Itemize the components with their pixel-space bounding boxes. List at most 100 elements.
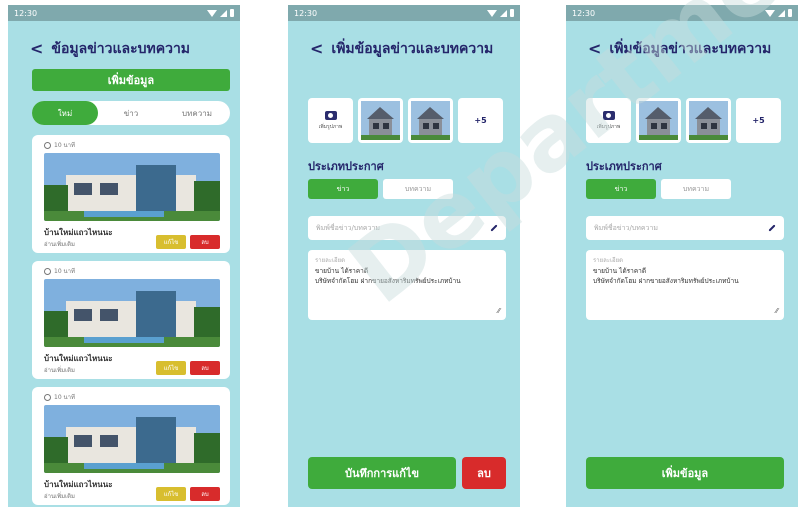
type-tab-news[interactable]: ข่าว	[308, 179, 378, 199]
signal-icon	[500, 9, 507, 17]
camera-icon	[602, 110, 615, 120]
more-images-button[interactable]: +5	[458, 98, 503, 143]
type-tabs: ข่าว บทความ	[586, 179, 731, 199]
edit-button[interactable]: แก้ไข	[156, 361, 186, 375]
wifi-icon	[487, 9, 497, 17]
status-bar: 12:30	[288, 5, 520, 21]
header: < เพิ่มข้อมูลข่าวและบทความ	[310, 38, 493, 60]
house-image	[44, 405, 220, 473]
type-tab-news[interactable]: ข่าว	[586, 179, 656, 199]
news-card[interactable]: 10 นาที บ้านใหม่แถวไหนนะ อ่านเพิ่มเติม แ…	[32, 261, 230, 379]
detail-line-2: บริษัทจำกัดโฮม ฝากขายอสังหาริมทรัพย์ประเ…	[593, 276, 739, 285]
edit-button[interactable]: แก้ไข	[156, 235, 186, 249]
detail-label: รายละเอียด	[593, 257, 624, 264]
signal-icon	[778, 9, 785, 17]
card-time-text: 10 นาที	[54, 268, 75, 275]
type-tab-article[interactable]: บทความ	[661, 179, 731, 199]
battery-icon	[788, 9, 792, 17]
detail-textarea[interactable]: รายละเอียด ขายบ้าน ได้ราคาดี บริษัทจำกัด…	[586, 250, 784, 320]
card-title: บ้านใหม่แถวไหนนะ	[44, 354, 113, 363]
news-card[interactable]: 10 นาที บ้านใหม่แถวไหนนะ อ่านเพิ่มเติม แ…	[32, 387, 230, 505]
signal-icon	[220, 9, 227, 17]
upload-label: เพิ่มรูปภาพ	[318, 123, 343, 130]
edit-button[interactable]: แก้ไข	[156, 487, 186, 501]
upload-image-button[interactable]: เพิ่มรูปภาพ	[308, 98, 353, 143]
back-icon[interactable]: <	[30, 41, 43, 57]
card-time: 10 นาที	[44, 140, 75, 150]
tab-new[interactable]: ใหม่	[32, 101, 98, 125]
image-thumbnail[interactable]	[358, 98, 403, 143]
back-icon[interactable]: <	[588, 41, 601, 57]
card-read-more[interactable]: อ่านเพิ่มเติม	[44, 239, 75, 249]
news-card[interactable]: 10 นาที บ้านใหม่แถวไหนนะ อ่านเพิ่มเติม แ…	[32, 135, 230, 253]
page-title: ข้อมูลข่าวและบทความ	[51, 41, 191, 57]
image-thumbnail[interactable]	[408, 98, 453, 143]
add-data-button[interactable]: เพิ่มข้อมูล	[586, 457, 784, 489]
header: < ข้อมูลข่าวและบทความ	[30, 38, 190, 60]
tab-news[interactable]: ข่าว	[98, 101, 164, 125]
title-placeholder: พิมพ์ชื่อข่าว/บทความ	[316, 223, 381, 232]
header: < เพิ่มข้อมูลข่าวและบทความ	[588, 38, 771, 60]
page-title: เพิ่มข้อมูลข่าวและบทความ	[609, 41, 772, 57]
resize-handle-icon[interactable]: ⁄⁄	[776, 307, 778, 315]
pencil-icon	[490, 224, 498, 232]
pencil-icon	[768, 224, 776, 232]
card-read-more[interactable]: อ่านเพิ่มเติม	[44, 491, 75, 501]
card-time: 10 นาที	[44, 392, 75, 402]
save-changes-button[interactable]: บันทึกการแก้ไข	[308, 457, 456, 489]
image-thumbnail[interactable]	[686, 98, 731, 143]
title-input[interactable]: พิมพ์ชื่อข่าว/บทความ	[586, 216, 784, 240]
status-time: 12:30	[14, 8, 38, 18]
card-time: 10 นาที	[44, 266, 75, 276]
clock-icon	[44, 267, 51, 275]
image-gallery: เพิ่มรูปภาพ +5	[586, 98, 781, 143]
card-title: บ้านใหม่แถวไหนนะ	[44, 480, 113, 489]
delete-button[interactable]: ลบ	[462, 457, 506, 489]
house-image	[44, 279, 220, 347]
filter-tabs: ใหม่ ข่าว บทความ	[32, 101, 230, 125]
status-bar: 12:30	[566, 5, 798, 21]
status-time: 12:30	[572, 8, 596, 18]
wifi-icon	[765, 9, 775, 17]
detail-label: รายละเอียด	[315, 257, 346, 264]
camera-icon	[324, 110, 337, 120]
wifi-icon	[207, 9, 217, 17]
screen-news-list: 12:30 < ข้อมูลข่าวและบทความ เพิ่มข้อมูล …	[8, 5, 240, 507]
detail-line-1: ขายบ้าน ได้ราคาดี	[315, 267, 369, 275]
add-data-button[interactable]: เพิ่มข้อมูล	[32, 69, 230, 91]
clock-icon	[44, 141, 51, 149]
screen-add-news: 12:30 < เพิ่มข้อมูลข่าวและบทความ เพิ่มรู…	[566, 5, 798, 507]
type-tabs: ข่าว บทความ	[308, 179, 453, 199]
detail-line-1: ขายบ้าน ได้ราคาดี	[593, 267, 647, 275]
card-time-text: 10 นาที	[54, 394, 75, 401]
clock-icon	[44, 393, 51, 401]
tab-articles[interactable]: บทความ	[164, 101, 230, 125]
status-time: 12:30	[294, 8, 318, 18]
resize-handle-icon[interactable]: ⁄⁄	[498, 307, 500, 315]
detail-textarea[interactable]: รายละเอียด ขายบ้าน ได้ราคาดี บริษัทจำกัด…	[308, 250, 506, 320]
upload-label: เพิ่มรูปภาพ	[596, 123, 621, 130]
section-title: ประเภทประกาศ	[586, 160, 662, 173]
type-tab-article[interactable]: บทความ	[383, 179, 453, 199]
card-time-text: 10 นาที	[54, 142, 75, 149]
title-placeholder: พิมพ์ชื่อข่าว/บทความ	[594, 223, 659, 232]
image-thumbnail[interactable]	[636, 98, 681, 143]
status-bar: 12:30	[8, 5, 240, 21]
upload-image-button[interactable]: เพิ่มรูปภาพ	[586, 98, 631, 143]
back-icon[interactable]: <	[310, 41, 323, 57]
more-images-button[interactable]: +5	[736, 98, 781, 143]
battery-icon	[230, 9, 234, 17]
delete-button[interactable]: ลบ	[190, 361, 220, 375]
detail-line-2: บริษัทจำกัดโฮม ฝากขายอสังหาริมทรัพย์ประเ…	[315, 276, 461, 285]
delete-button[interactable]: ลบ	[190, 235, 220, 249]
delete-button[interactable]: ลบ	[190, 487, 220, 501]
screen-edit-news: 12:30 < เพิ่มข้อมูลข่าวและบทความ เพิ่มรู…	[288, 5, 520, 507]
page-title: เพิ่มข้อมูลข่าวและบทความ	[331, 41, 494, 57]
title-input[interactable]: พิมพ์ชื่อข่าว/บทความ	[308, 216, 506, 240]
card-read-more[interactable]: อ่านเพิ่มเติม	[44, 365, 75, 375]
section-title: ประเภทประกาศ	[308, 160, 384, 173]
image-gallery: เพิ่มรูปภาพ +5	[308, 98, 503, 143]
card-title: บ้านใหม่แถวไหนนะ	[44, 228, 113, 237]
house-image	[44, 153, 220, 221]
battery-icon	[510, 9, 514, 17]
